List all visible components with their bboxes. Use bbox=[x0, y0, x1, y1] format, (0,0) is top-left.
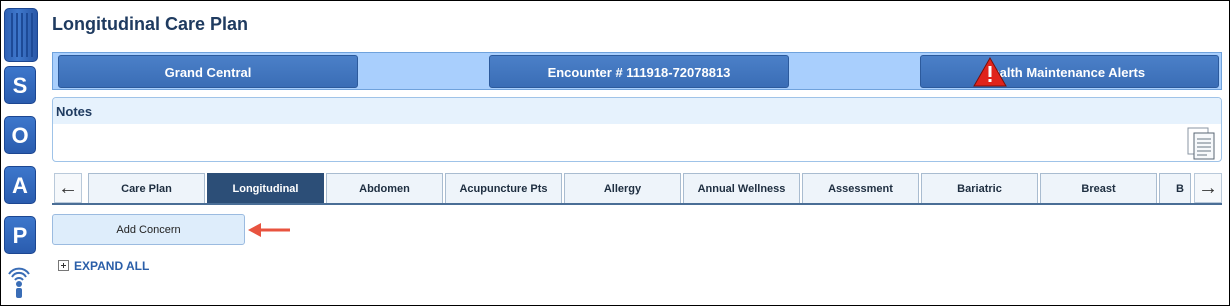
tab-annual-wellness[interactable]: Annual Wellness bbox=[683, 173, 800, 203]
pointer-arrow-icon bbox=[248, 223, 290, 237]
warning-icon bbox=[973, 57, 1007, 87]
tab-breast[interactable]: Breast bbox=[1040, 173, 1157, 203]
tab-truncated[interactable]: B bbox=[1159, 173, 1191, 203]
encounter-button[interactable]: Encounter # 111918-72078813 bbox=[489, 55, 789, 88]
health-alerts-label: Health Maintenance Alerts bbox=[983, 65, 1146, 80]
tab-bariatric[interactable]: Bariatric bbox=[921, 173, 1038, 203]
tab-care-plan[interactable]: Care Plan bbox=[88, 173, 205, 203]
expand-all-link[interactable]: EXPAND ALL bbox=[58, 259, 149, 273]
sidebar-menu-button[interactable] bbox=[4, 8, 38, 62]
health-alerts-button[interactable]: Health Maintenance Alerts bbox=[920, 55, 1219, 88]
tab-abdomen[interactable]: Abdomen bbox=[326, 173, 443, 203]
tab-longitudinal[interactable]: Longitudinal bbox=[207, 173, 324, 203]
soap-a-button[interactable]: A bbox=[4, 166, 36, 204]
tab-allergy[interactable]: Allergy bbox=[564, 173, 681, 203]
note-document-icon[interactable] bbox=[1187, 127, 1217, 161]
location-button[interactable]: Grand Central bbox=[58, 55, 358, 88]
plus-box-icon bbox=[58, 260, 69, 271]
section-tabs: ← Care Plan Longitudinal Abdomen Acupunc… bbox=[52, 173, 1222, 205]
notes-label: Notes bbox=[53, 98, 1221, 124]
notes-panel: Notes bbox=[52, 97, 1222, 162]
tabs-next-arrow-icon[interactable]: → bbox=[1194, 173, 1222, 203]
add-concern-button[interactable]: Add Concern bbox=[52, 214, 245, 245]
page-title: Longitudinal Care Plan bbox=[52, 14, 249, 34]
soap-o-button[interactable]: O bbox=[4, 116, 36, 154]
soap-s-button[interactable]: S bbox=[4, 66, 36, 104]
header-band: Grand Central Encounter # 111918-7207881… bbox=[52, 52, 1222, 90]
tab-assessment[interactable]: Assessment bbox=[802, 173, 919, 203]
expand-all-label: EXPAND ALL bbox=[74, 259, 150, 273]
tab-acupuncture-pts[interactable]: Acupuncture Pts bbox=[445, 173, 562, 203]
soap-p-button[interactable]: P bbox=[4, 216, 36, 254]
tabs-prev-arrow-icon[interactable]: ← bbox=[54, 173, 82, 203]
signal-person-icon[interactable] bbox=[6, 262, 32, 302]
